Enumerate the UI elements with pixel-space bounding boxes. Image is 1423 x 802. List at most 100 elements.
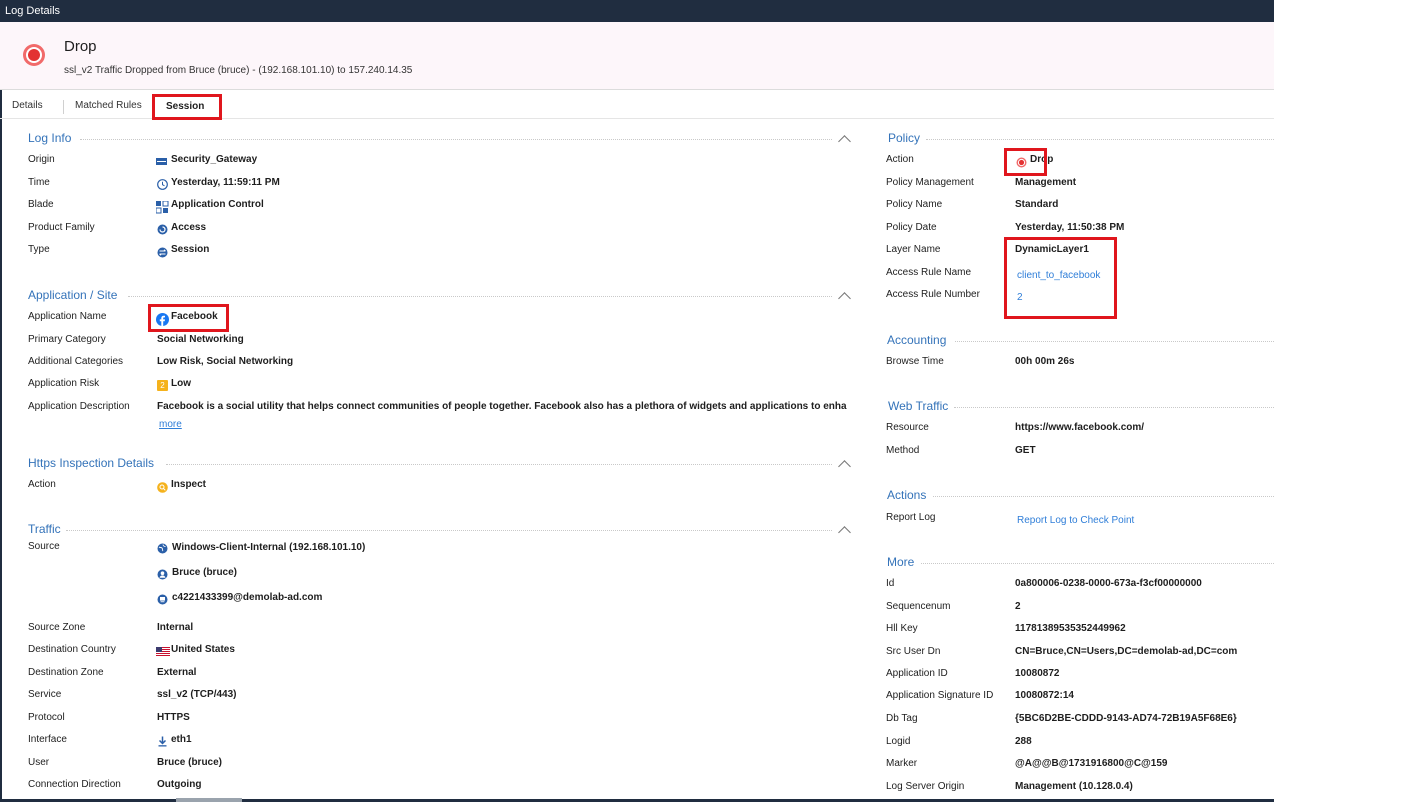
tab-matched-rules[interactable]: Matched Rules — [75, 100, 142, 111]
section-divider — [933, 496, 1274, 497]
user-icon — [157, 569, 168, 580]
highlight-box-policy-action — [1004, 148, 1047, 176]
chevron-up-icon[interactable] — [838, 135, 851, 148]
field-value-destination-country: United States — [171, 644, 235, 655]
field-label-logid: Logid — [886, 736, 911, 747]
inspect-icon — [157, 482, 168, 493]
globe-icon — [157, 543, 168, 554]
field-label-access-rule-number: Access Rule Number — [886, 289, 980, 300]
field-label-policy-date: Policy Date — [886, 222, 937, 233]
window-border — [0, 22, 2, 802]
field-label-report-log: Report Log — [886, 512, 936, 523]
field-label-policy-action: Action — [886, 154, 914, 165]
field-value-source-machine: c4221433399@demolab-ad.com — [172, 592, 323, 603]
report-log-link[interactable]: Report Log to Check Point — [1017, 515, 1134, 526]
tab-divider — [63, 100, 64, 114]
window-title: Log Details — [5, 5, 61, 17]
field-label-layer-name: Layer Name — [886, 244, 941, 255]
field-value-resource: https://www.facebook.com/ — [1015, 422, 1145, 433]
field-label-resource: Resource — [886, 422, 929, 433]
more-link[interactable]: more — [159, 419, 182, 430]
section-title-accounting: Accounting — [887, 333, 947, 347]
log-title: Drop — [64, 38, 97, 55]
horizontal-scrollbar-thumb[interactable] — [176, 798, 242, 802]
field-value-log-server-origin: Management (10.128.0.4) — [1015, 781, 1133, 792]
field-label-additional-categories: Additional Categories — [28, 356, 124, 367]
chevron-up-icon[interactable] — [838, 292, 851, 305]
field-value-method: GET — [1015, 445, 1036, 456]
chevron-up-icon[interactable] — [838, 460, 851, 473]
field-value-protocol: HTTPS — [157, 712, 190, 723]
field-value-db-tag: {5BC6D2BE-CDDD-9143-AD74-72B19A5F68E6} — [1015, 713, 1237, 724]
log-details-window: Log Details Drop ssl_v2 Traffic Dropped … — [0, 0, 1274, 802]
gateway-icon — [156, 158, 167, 165]
field-value-user: Bruce (bruce) — [157, 757, 223, 768]
section-title-log-info: Log Info — [28, 131, 72, 145]
section-title-web-traffic: Web Traffic — [888, 399, 949, 413]
field-value-marker: @A@@B@1731916800@C@159 — [1015, 758, 1168, 769]
section-divider — [80, 139, 832, 140]
field-label-time: Time — [28, 177, 50, 188]
field-label-src-user-dn: Src User Dn — [886, 646, 941, 657]
section-divider — [954, 407, 1274, 408]
section-title-https-inspection: Https Inspection Details — [28, 456, 155, 470]
field-value-blade: Application Control — [171, 199, 264, 210]
field-value-browse-time: 00h 00m 26s — [1015, 356, 1075, 367]
section-title-actions: Actions — [887, 488, 927, 502]
field-value-src-user-dn: CN=Bruce,CN=Users,DC=demolab-ad,DC=com — [1015, 646, 1238, 657]
field-value-origin: Security_Gateway — [171, 154, 258, 165]
field-value-sequencenum: 2 — [1015, 601, 1021, 612]
tab-details[interactable]: Details — [12, 100, 43, 111]
field-label-source-zone: Source Zone — [28, 622, 86, 633]
field-value-application-id: 10080872 — [1015, 668, 1060, 679]
field-value-additional-categories: Low Risk, Social Networking — [157, 356, 294, 367]
field-value-time: Yesterday, 11:59:11 PM — [171, 177, 280, 188]
highlight-box-application-name — [148, 304, 229, 332]
field-label-blade: Blade — [28, 199, 54, 210]
access-icon — [157, 224, 168, 235]
field-label-protocol: Protocol — [28, 712, 65, 723]
field-label-https-action: Action — [28, 479, 56, 490]
field-value-source-host: Windows-Client-Internal (192.168.101.10) — [172, 542, 366, 553]
field-value-interface: eth1 — [171, 734, 192, 745]
download-arrow-icon — [158, 736, 167, 747]
field-value-primary-category: Social Networking — [157, 334, 244, 345]
field-label-application-name: Application Name — [28, 311, 107, 322]
field-value-id: 0a800006-0238-0000-673a-f3cf00000000 — [1015, 578, 1202, 589]
field-value-source-user: Bruce (bruce) — [172, 567, 238, 578]
title-bar: Log Details — [0, 0, 1274, 22]
field-label-user: User — [28, 757, 50, 768]
section-title-application-site: Application / Site — [28, 288, 118, 302]
log-summary: ssl_v2 Traffic Dropped from Bruce (bruce… — [64, 65, 413, 76]
field-label-destination-country: Destination Country — [28, 644, 116, 655]
field-value-policy-management: Management — [1015, 177, 1077, 188]
log-header: Drop ssl_v2 Traffic Dropped from Bruce (… — [0, 22, 1274, 90]
field-label-policy-name: Policy Name — [886, 199, 943, 210]
section-divider — [66, 530, 832, 531]
field-label-type: Type — [28, 244, 50, 255]
drop-icon — [23, 44, 45, 66]
field-label-origin: Origin — [28, 154, 55, 165]
field-label-db-tag: Db Tag — [886, 713, 918, 724]
section-title-traffic: Traffic — [28, 522, 61, 536]
section-title-more: More — [887, 555, 915, 569]
section-divider — [955, 341, 1274, 342]
computer-icon — [157, 594, 168, 605]
field-value-hll-key: 11781389535352449962 — [1015, 623, 1126, 634]
field-label-connection-direction: Connection Direction — [28, 779, 121, 790]
field-label-sequencenum: Sequencenum — [886, 601, 951, 612]
section-title-policy: Policy — [888, 131, 921, 145]
field-label-access-rule-name: Access Rule Name — [886, 267, 972, 278]
risk-level-icon: 2 — [157, 380, 168, 391]
application-control-icon — [156, 201, 169, 214]
field-label-application-description: Application Description — [28, 401, 130, 412]
field-label-source: Source — [28, 541, 60, 552]
field-label-method: Method — [886, 445, 920, 456]
highlight-box-rule-details — [1004, 237, 1117, 319]
field-label-destination-zone: Destination Zone — [28, 667, 104, 678]
field-label-product-family: Product Family — [28, 222, 95, 233]
field-label-service: Service — [28, 689, 62, 700]
section-divider — [128, 296, 832, 297]
chevron-up-icon[interactable] — [838, 526, 851, 539]
field-value-application-description: Facebook is a social utility that helps … — [157, 401, 847, 412]
